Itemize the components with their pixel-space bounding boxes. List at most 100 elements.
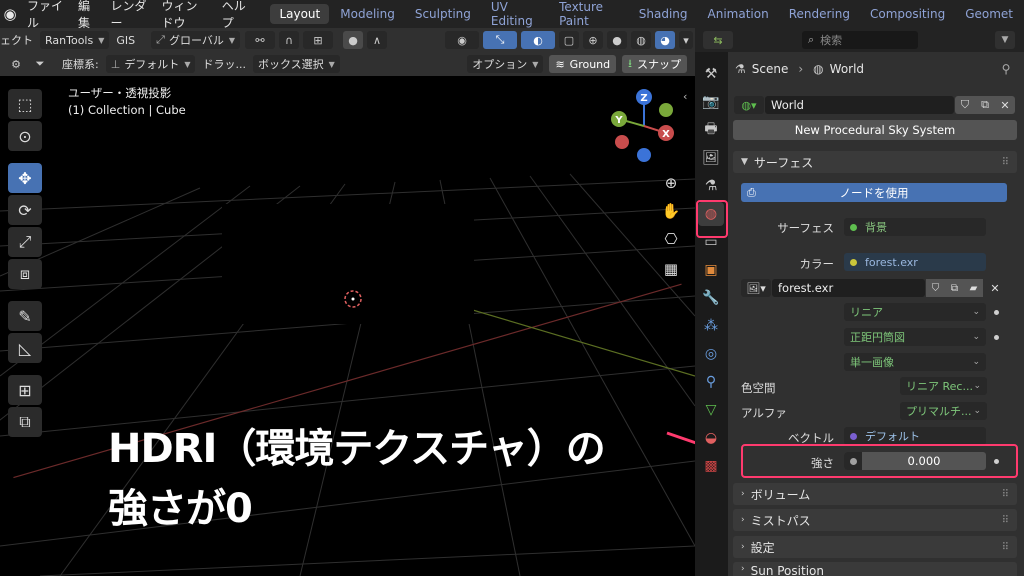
use-nodes-button[interactable]: ⎙ ノードを使用 [741,183,1007,202]
proportional-edit-icon[interactable]: ● [343,31,363,49]
colorspace-dropdown[interactable]: リニア Rec... ⌄ [900,377,987,395]
measure-tool-icon[interactable]: ◺ [8,333,42,363]
3d-viewport[interactable]: ユーザー・透視投影 (1) Collection | Cube Z Y X ‹ … [0,76,695,576]
pivot-point-icon[interactable]: ⚯ [245,31,275,49]
menu-edit[interactable]: 編集 [71,0,104,28]
scale-tool-icon[interactable]: ⤢ [8,227,42,257]
xray-icon[interactable]: ▢ [559,31,579,49]
pin-icon[interactable]: ⚲ [998,61,1014,77]
open-folder-icon[interactable]: ▰ [964,279,983,297]
gear-icon[interactable]: ⚙ [6,55,26,73]
pan-hand-icon[interactable]: ✋ [660,200,682,222]
editor-type-icon[interactable]: ⇆ [703,31,733,49]
falloff-icon[interactable]: ∧ [367,31,387,49]
workspace-tab-geometry[interactable]: Geomet [956,4,1022,24]
scene-tab-icon[interactable]: ⚗ [698,174,724,198]
snap-magnet-icon[interactable]: ∩ [279,31,299,49]
transform-orientation-dropdown[interactable]: ⤢ グローバル ▼ [151,31,240,49]
alpha-dropdown[interactable]: プリマルチ... ⌄ [900,402,987,420]
workspace-tab-modeling[interactable]: Modeling [331,4,404,24]
modifier-tab-icon[interactable]: 🔧 [698,286,724,310]
ortho-grid-icon[interactable]: ▦ [660,258,682,280]
projection-dropdown[interactable]: 正距円筒図 ⌄ [844,328,986,346]
interpolation-dropdown[interactable]: リニア ⌄ [844,303,986,321]
overlays-icon[interactable]: ◐ [521,31,555,49]
snap-target-icon[interactable]: ⊞ [303,31,333,49]
gizmo-neg-z-handle[interactable] [637,148,651,162]
gizmo-neg-y-handle[interactable] [659,103,673,117]
image-fake-user-icon[interactable]: ⛉ [926,279,945,297]
vector-field[interactable]: デフォルト [844,427,986,445]
gizmo-icon[interactable]: ⤡ [483,31,517,49]
material-tab-icon[interactable]: ◒ [698,426,724,450]
rotate-tool-icon[interactable]: ⟳ [8,195,42,225]
workspace-tab-compositing[interactable]: Compositing [861,4,954,24]
navigation-gizmo[interactable]: Z Y X [604,86,684,176]
visibility-eye-icon[interactable]: ◉ [445,31,479,49]
workspace-tab-uv-editing[interactable]: UV Editing [482,0,548,28]
drag-grip-icon[interactable]: ⠿ [1002,157,1009,168]
shading-wireframe-icon[interactable]: ⊕ [583,31,603,49]
fake-user-shield-icon[interactable]: ⛉ [955,96,975,114]
drag-grip-icon[interactable]: ⠿ [1002,542,1009,553]
tool-tab-icon[interactable]: ⚒ [698,62,724,86]
object-tab-icon[interactable]: ▣ [698,258,724,282]
workspace-tab-texture-paint[interactable]: Texture Paint [550,0,628,28]
props-options-icon[interactable]: ▼ [995,31,1015,49]
annotate-tool-icon[interactable]: ✎ [8,301,42,331]
search-input[interactable]: ⌕ 検索 [802,31,918,49]
drag-mode-dropdown[interactable]: ボックス選択 ▼ [252,55,340,73]
drag-grip-icon[interactable]: ⠿ [1002,489,1009,500]
drag-grip-icon[interactable]: ⠿ [1002,515,1009,526]
keyframe-dot[interactable] [994,310,999,315]
rantools-dropdown[interactable]: RanTools ▼ [40,31,110,49]
shading-material-icon[interactable]: ◍ [631,31,651,49]
data-tab-icon[interactable]: ▽ [698,398,724,422]
extra-tool-icon[interactable]: ⧉ [8,407,42,437]
zoom-icon[interactable]: ⊕ [660,172,682,194]
sun-position-panel-header[interactable]: › Sun Position [733,562,1017,576]
unlink-close-icon[interactable]: ✕ [995,96,1015,114]
coord-system-dropdown[interactable]: ⊥ デフォルト ▼ [105,55,196,73]
image-duplicate-icon[interactable]: ⧉ [945,279,964,297]
particles-tab-icon[interactable]: ⁂ [698,314,724,338]
menu-render[interactable]: レンダー [104,0,155,28]
transform-tool-icon[interactable]: ⧈ [8,259,42,289]
move-tool-icon[interactable]: ✥ [8,163,42,193]
workspace-tab-sculpting[interactable]: Sculpting [406,4,480,24]
gis-menu[interactable]: GIS [116,34,135,47]
workspace-tab-animation[interactable]: Animation [699,4,778,24]
texture-tab-icon[interactable]: ▩ [698,454,724,478]
image-name-field[interactable]: forest.exr [772,279,925,297]
settings-panel-header[interactable]: › 設定 ⠿ [733,536,1017,558]
camera-icon[interactable]: ⎔ [660,228,682,250]
shading-rendered-icon[interactable]: ◕ [655,31,675,49]
world-name-field[interactable]: World [765,96,954,114]
source-dropdown[interactable]: 単一画像 ⌄ [844,353,986,371]
physics-tab-icon[interactable]: ◎ [698,342,724,366]
keyframe-dot[interactable] [994,335,999,340]
add-cube-tool-icon[interactable]: ⊞ [8,375,42,405]
surface-shader-field[interactable]: 背景 [844,218,986,236]
new-sky-system-button[interactable]: New Procedural Sky System [733,120,1017,140]
constraints-tab-icon[interactable]: ⚲ [698,370,724,394]
menu-file[interactable]: ファイル [20,0,71,28]
collapse-arrow-icon[interactable]: ‹ [683,90,687,103]
menu-help[interactable]: ヘルプ [215,0,257,28]
surface-panel-header[interactable]: ▼ サーフェス ⠿ [733,151,1017,173]
filter-icon[interactable]: ⏷ [30,55,50,73]
view-layer-tab-icon[interactable]: 🖼 [698,146,724,170]
blender-logo-icon[interactable]: ◉ [0,5,20,23]
workspace-tab-rendering[interactable]: Rendering [780,4,859,24]
workspace-tab-shading[interactable]: Shading [630,4,697,24]
render-tab-icon[interactable]: 📷 [698,90,724,114]
cursor-tool-icon[interactable]: ⊙ [8,121,42,151]
volume-panel-header[interactable]: › ボリューム ⠿ [733,483,1017,505]
snap-button[interactable]: ⭳ スナップ [622,55,687,73]
mist-pass-panel-header[interactable]: › ミストパス ⠿ [733,509,1017,531]
shading-options-icon[interactable]: ▾ [679,31,693,49]
output-tab-icon[interactable]: 🖶 [698,118,724,142]
image-browse-icon[interactable]: 🖼▾ [741,279,771,297]
workspace-tab-layout[interactable]: Layout [270,4,330,24]
world-browse-icon[interactable]: ◍▾ [734,96,764,114]
